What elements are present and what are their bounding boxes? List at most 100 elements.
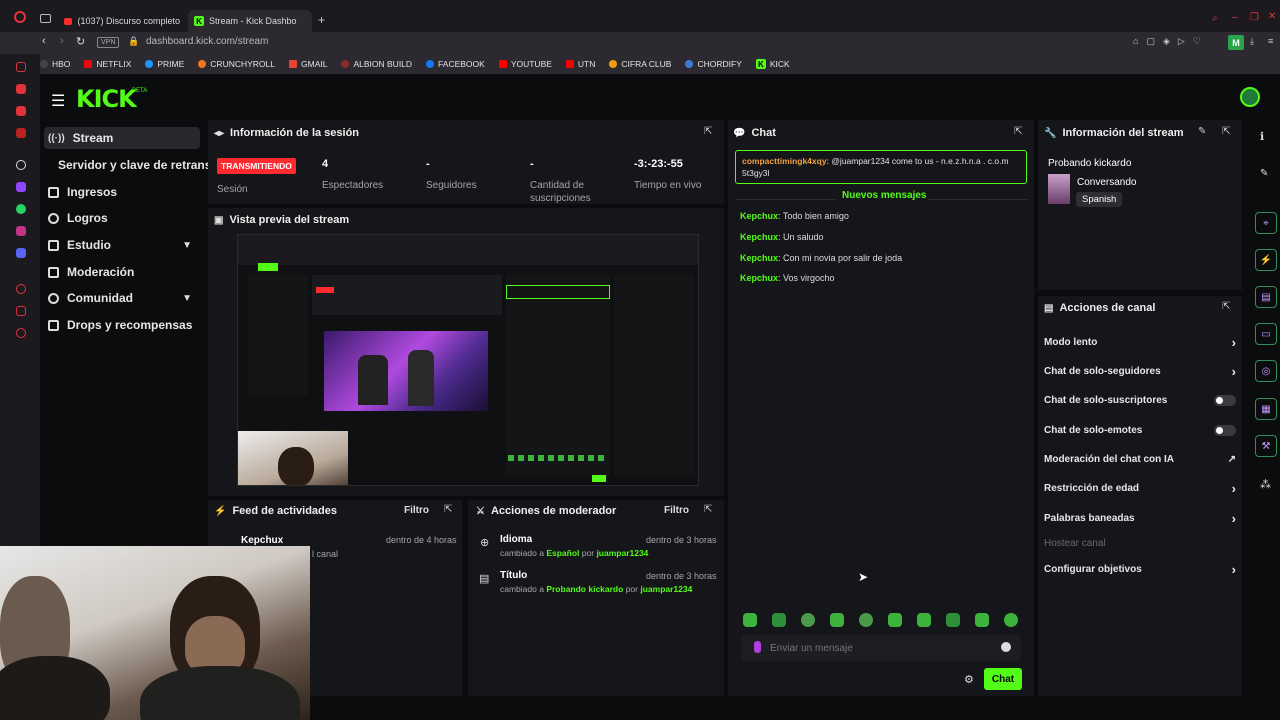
chat-input[interactable] (770, 638, 994, 658)
tab-kick-dashboard[interactable]: K Stream - Kick Dashbo (188, 10, 312, 32)
chat-message[interactable]: Kepchux: Vos virgocho (740, 273, 835, 283)
toolbar-button-broadcast[interactable]: ◎ (1255, 360, 1277, 382)
emoji-icon[interactable] (1001, 642, 1011, 652)
pinned-app-icon[interactable] (16, 106, 26, 116)
pin-icon[interactable]: ⌂ (1133, 36, 1138, 47)
pinned-user[interactable]: compacttimingk4xqy (742, 156, 827, 166)
action-followers-only[interactable]: Chat de solo-seguidores › (1044, 361, 1236, 381)
bookmark-kick[interactable]: K KICK (755, 59, 790, 69)
action-banned-words[interactable]: Palabras baneadas › (1044, 508, 1236, 528)
subscribers-only-toggle[interactable] (1214, 394, 1236, 406)
emote-icon[interactable] (1004, 613, 1018, 627)
chat-message[interactable]: Kepchux: Un saludo (740, 232, 824, 242)
popout-icon[interactable]: ⇱ (704, 504, 712, 515)
popout-icon[interactable]: ⇱ (704, 126, 712, 137)
bookmark-youtube[interactable]: YOUTUBE (498, 59, 552, 69)
sidebar-item-drops[interactable]: Drops y recompensas (44, 314, 200, 336)
edit-icon[interactable]: ✎ (1198, 126, 1206, 137)
popout-icon[interactable]: ⇱ (444, 504, 452, 515)
action-configure-goals[interactable]: Configurar objetivos › (1044, 559, 1236, 579)
forward-icon[interactable]: › (60, 35, 64, 47)
toolbar-button-wrench[interactable]: ⚒ (1255, 435, 1277, 457)
minimize-icon[interactable]: – (1232, 12, 1238, 23)
maximize-icon[interactable]: ❐ (1250, 12, 1259, 23)
toolbar-button-lightning[interactable]: ⚡ (1255, 249, 1277, 271)
pinned-message[interactable]: compacttimingk4xqy: @juampar1234 come to… (735, 150, 1027, 184)
bookmark-gmail[interactable]: GMAIL (289, 59, 327, 69)
toolbar-button-list[interactable]: ▤ (1255, 286, 1277, 308)
play-icon[interactable]: ▷ (1178, 36, 1185, 47)
new-tab-button[interactable]: + (318, 13, 325, 27)
new-messages-divider[interactable]: Nuevos mensajes (842, 190, 927, 201)
bookmark-cifra-club[interactable]: CIFRA CLUB (609, 59, 671, 69)
stream-category[interactable]: Conversando (1077, 177, 1136, 188)
send-chat-button[interactable]: Chat (984, 668, 1022, 690)
toolbar-button-scan[interactable]: ⌖ (1255, 212, 1277, 234)
bookmark-albion-build[interactable]: ALBION BUILD (341, 59, 412, 69)
instagram-icon[interactable] (16, 226, 26, 236)
sidebar-item-moderacion[interactable]: Moderación (44, 261, 200, 283)
tab-overview-icon[interactable] (40, 14, 51, 23)
chat-username[interactable]: Kepchux (740, 211, 778, 221)
sidebar-item-logros[interactable]: Logros (44, 207, 200, 229)
camera-icon[interactable]: ▢ (1146, 36, 1155, 47)
emote-icon[interactable] (830, 613, 844, 627)
chat-username[interactable]: Kepchux (740, 232, 778, 242)
back-icon[interactable]: ‹ (42, 35, 46, 47)
close-icon[interactable]: ✕ (1268, 11, 1276, 22)
share-icon[interactable]: ⁂ (1260, 478, 1271, 491)
emote-icon[interactable] (859, 613, 873, 627)
activity-filter-button[interactable]: Filtro (404, 505, 429, 516)
emote-icon[interactable] (743, 613, 757, 627)
bookmark-utn[interactable]: UTN (565, 59, 595, 69)
reload-icon[interactable]: ↻ (76, 35, 85, 48)
detail-user[interactable]: juampar1234 (640, 584, 692, 594)
twitch-icon[interactable] (16, 182, 26, 192)
pencil-icon[interactable]: ✎ (1260, 168, 1268, 179)
bag-icon[interactable] (16, 128, 26, 138)
chat-message[interactable]: Kepchux: Todo bien amigo (740, 211, 849, 221)
popout-icon[interactable]: ⇱ (1222, 301, 1230, 312)
bookmark-prime[interactable]: PRIME (145, 59, 184, 69)
profile-badge[interactable]: M (1228, 35, 1244, 50)
emotes-only-toggle[interactable] (1214, 424, 1236, 436)
bookmark-chordify[interactable]: CHORDIFY (685, 59, 742, 69)
emote-icon[interactable] (888, 613, 902, 627)
vpn-sidebar-icon[interactable] (16, 62, 26, 72)
popout-icon[interactable]: ⇱ (1014, 126, 1022, 137)
extensions-icon[interactable] (16, 306, 26, 316)
chatgpt-icon[interactable] (16, 160, 26, 170)
settings-icon[interactable] (16, 328, 26, 338)
emote-icon[interactable] (946, 613, 960, 627)
sidebar-item-ingresos[interactable]: Ingresos (44, 181, 200, 203)
bookmark-hbo[interactable]: HBO (40, 59, 70, 69)
gear-icon[interactable]: ⚙ (964, 673, 974, 686)
discord-icon[interactable] (16, 248, 26, 258)
popout-icon[interactable]: ⇱ (1222, 126, 1230, 137)
url-field[interactable]: dashboard.kick.com/stream (146, 36, 268, 47)
action-ai-moderation[interactable]: Moderación del chat con IA ↗ (1044, 449, 1236, 469)
whatsapp-icon[interactable] (16, 204, 26, 214)
emote-icon[interactable] (975, 613, 989, 627)
tab-youtube[interactable]: (1037) Discurso completo (58, 10, 186, 32)
emote-icon[interactable] (772, 613, 786, 627)
menu-icon[interactable]: ≡ (1268, 36, 1273, 46)
action-slow-mode[interactable]: Modo lento › (1044, 332, 1236, 352)
heart-icon[interactable]: ♡ (1193, 36, 1201, 47)
sidebar-item-server-key[interactable]: Servidor y clave de retransmi (44, 154, 208, 176)
chat-message[interactable]: Kepchux: Con mi novia por salir de joda (740, 253, 902, 263)
kick-logo[interactable]: KICK (76, 85, 137, 113)
download-icon[interactable]: ⤓ (1250, 36, 1254, 47)
info-icon[interactable]: ℹ (1260, 130, 1264, 143)
mod-filter-button[interactable]: Filtro (664, 505, 689, 516)
bookmark-facebook[interactable]: FACEBOOK (426, 59, 485, 69)
emote-icon[interactable] (917, 613, 931, 627)
toolbar-button-chat[interactable]: ▭ (1255, 323, 1277, 345)
bookmark-crunchyroll[interactable]: CRUNCHYROLL (198, 59, 275, 69)
bookmark-netflix[interactable]: NETFLIX (84, 59, 131, 69)
browser-logo-icon[interactable] (14, 11, 26, 23)
hamburger-menu-icon[interactable]: ☰ (51, 91, 65, 111)
sidebar-item-estudio[interactable]: Estudio ▼ (44, 234, 200, 256)
chat-username[interactable]: Kepchux (740, 253, 778, 263)
shield-icon[interactable]: ◈ (1163, 36, 1170, 47)
